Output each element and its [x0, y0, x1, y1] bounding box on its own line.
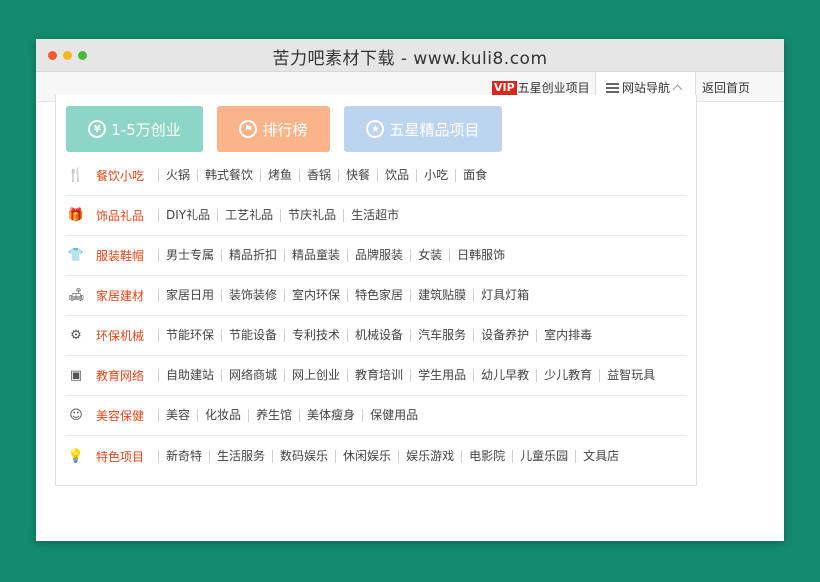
category-title[interactable]: 服装鞋帽 [96, 247, 158, 264]
category-link[interactable]: 装饰装修 [221, 289, 284, 302]
category-title[interactable]: 特色项目 [96, 448, 158, 465]
site-nav-label: 网站导航 [622, 81, 671, 95]
category-link[interactable]: 电影院 [461, 449, 512, 463]
nav-dropdown-panel: ¥1-5万创业 ⚑ 排行榜 ★ 五星精品项目 🍴 餐饮小吃 火锅 韩式餐饮 烤鱼 香锅 快餐 饮品 小吃… [55, 95, 697, 486]
education-icon: ▣ [69, 368, 83, 383]
category-link[interactable]: 保健用品 [362, 409, 425, 422]
category-link[interactable]: 香锅 [299, 169, 338, 182]
category-row: 👕 服装鞋帽 男士专属 精品折扣 精品童装 品牌服装 女装 日韩服饰 [66, 236, 686, 276]
category-link[interactable]: 网上创业 [284, 369, 347, 382]
bulb-icon: 💡 [67, 448, 85, 464]
shirt-icon: 👕 [67, 248, 85, 263]
category-link[interactable]: 学生用品 [410, 369, 473, 382]
vip-badge: VIP [492, 80, 517, 95]
list-icon [606, 82, 619, 93]
category-link[interactable]: 特色家居 [347, 289, 410, 302]
category-link[interactable]: 小吃 [416, 169, 455, 182]
title-bar: 苦力吧素材下载 - www.kuli8.com [36, 39, 784, 72]
feature-button-label: 排行榜 [262, 120, 308, 139]
category-link[interactable]: 数码娱乐 [272, 449, 335, 463]
category-link[interactable]: 建筑贴膜 [410, 289, 473, 302]
category-link[interactable]: 精品童装 [284, 249, 347, 262]
category-row: 🍴 餐饮小吃 火锅 韩式餐饮 烤鱼 香锅 快餐 饮品 小吃 面食 [66, 156, 686, 196]
category-link[interactable]: 快餐 [338, 169, 377, 182]
feature-buttons: ¥1-5万创业 ⚑ 排行榜 ★ 五星精品项目 [66, 106, 516, 152]
category-link[interactable]: 生活超市 [343, 209, 406, 222]
category-link[interactable]: 节能设备 [221, 329, 284, 342]
category-link[interactable]: 网络商城 [221, 369, 284, 382]
feature-button-label: 五星精品项目 [389, 120, 480, 139]
category-link[interactable]: 少儿教育 [536, 369, 599, 382]
category-link[interactable]: 设备养护 [473, 329, 536, 342]
yen-icon: ¥ [88, 120, 107, 138]
category-link[interactable]: 休闲娱乐 [335, 449, 398, 463]
category-link[interactable]: 火锅 [158, 169, 197, 182]
category-row: ⚙ 环保机械 节能环保 节能设备 专利技术 机械设备 汽车服务 设备养护 室内排毒 [66, 316, 686, 356]
category-row: ☺ 美容保健 美容 化妆品 养生馆 美体瘦身 保健用品 [66, 396, 686, 436]
feature-button-3[interactable]: ★ 五星精品项目 [344, 106, 502, 152]
category-link[interactable]: DIY礼品 [158, 209, 217, 222]
category-link[interactable]: 汽车服务 [410, 329, 473, 342]
category-title[interactable]: 教育网络 [96, 367, 158, 384]
utensils-icon: 🍴 [67, 168, 85, 183]
category-link[interactable]: 教育培训 [347, 369, 410, 382]
category-title[interactable]: 家居建材 [96, 287, 158, 304]
category-link[interactable]: 烤鱼 [260, 169, 299, 182]
feature-button-2[interactable]: ⚑ 排行榜 [217, 106, 330, 152]
category-link[interactable]: 男士专属 [158, 249, 221, 262]
category-link[interactable]: 生活服务 [209, 449, 272, 463]
category-link[interactable]: 专利技术 [284, 329, 347, 342]
category-title[interactable]: 饰品礼品 [96, 207, 158, 224]
category-link[interactable]: 益智玩具 [599, 369, 662, 382]
category-link[interactable]: 文具店 [575, 449, 626, 463]
category-link[interactable]: 家居日用 [158, 289, 221, 302]
category-title[interactable]: 美容保健 [96, 407, 158, 424]
category-link[interactable]: 儿童乐园 [512, 449, 575, 463]
category-link[interactable]: 自助建站 [158, 369, 221, 382]
chevron-up-icon [672, 84, 683, 95]
vip-projects-link[interactable]: VIP 五星创业项目 [492, 79, 590, 96]
category-row: ▣ 教育网络 自助建站 网络商城 网上创业 教育培训 学生用品 幼儿早教 少儿教育 益智玩具 [66, 356, 686, 396]
category-title[interactable]: 环保机械 [96, 327, 158, 344]
category-link[interactable]: 品牌服装 [347, 249, 410, 262]
category-link[interactable]: 养生馆 [248, 409, 299, 422]
category-row: 🎁 饰品礼品 DIY礼品 工艺礼品 节庆礼品 生活超市 [66, 196, 686, 236]
feature-button-1[interactable]: ¥1-5万创业 [66, 106, 203, 152]
category-link[interactable]: 美体瘦身 [299, 409, 362, 422]
category-link[interactable]: 面食 [455, 169, 494, 182]
category-title[interactable]: 餐饮小吃 [96, 167, 158, 184]
browser-window: 苦力吧素材下载 - www.kuli8.com VIP 五星创业项目 网站导航 … [36, 39, 784, 541]
category-row: 🛋 家居建材 家居日用 装饰装修 室内环保 特色家居 建筑贴膜 灯具灯箱 [66, 276, 686, 316]
category-link[interactable]: 工艺礼品 [217, 209, 280, 222]
category-link[interactable]: 韩式餐饮 [197, 169, 260, 182]
category-link[interactable]: 室内排毒 [536, 329, 599, 342]
flag-icon: ⚑ [239, 120, 258, 138]
star-icon: ★ [366, 120, 385, 138]
category-link[interactable]: 幼儿早教 [473, 369, 536, 382]
window-title: 苦力吧素材下载 - www.kuli8.com [272, 49, 548, 69]
category-link[interactable]: 新奇特 [158, 449, 209, 463]
feature-button-label: 1-5万创业 [111, 120, 181, 139]
category-link[interactable]: 机械设备 [347, 329, 410, 342]
beauty-icon: ☺ [69, 408, 83, 423]
sofa-icon: 🛋 [67, 288, 85, 303]
category-row: 💡 特色项目 新奇特 生活服务 数码娱乐 休闲娱乐 娱乐游戏 电影院 儿童乐园 文具店 [66, 436, 686, 476]
return-home-link[interactable]: 返回首页 [702, 79, 750, 96]
category-link[interactable]: 精品折扣 [221, 249, 284, 262]
machine-icon: ⚙ [70, 328, 82, 343]
category-link[interactable]: 饮品 [377, 169, 416, 182]
category-link[interactable]: 美容 [158, 409, 197, 422]
category-link[interactable]: 室内环保 [284, 289, 347, 302]
category-link[interactable]: 节庆礼品 [280, 209, 343, 222]
category-link[interactable]: 日韩服饰 [449, 249, 512, 262]
category-link[interactable]: 节能环保 [158, 329, 221, 342]
category-link[interactable]: 女装 [410, 249, 449, 262]
category-link[interactable]: 灯具灯箱 [473, 289, 536, 302]
vip-projects-label: 五星创业项目 [517, 81, 590, 95]
gift-icon: 🎁 [67, 208, 85, 223]
category-link[interactable]: 化妆品 [197, 409, 248, 422]
category-link[interactable]: 娱乐游戏 [398, 449, 461, 463]
